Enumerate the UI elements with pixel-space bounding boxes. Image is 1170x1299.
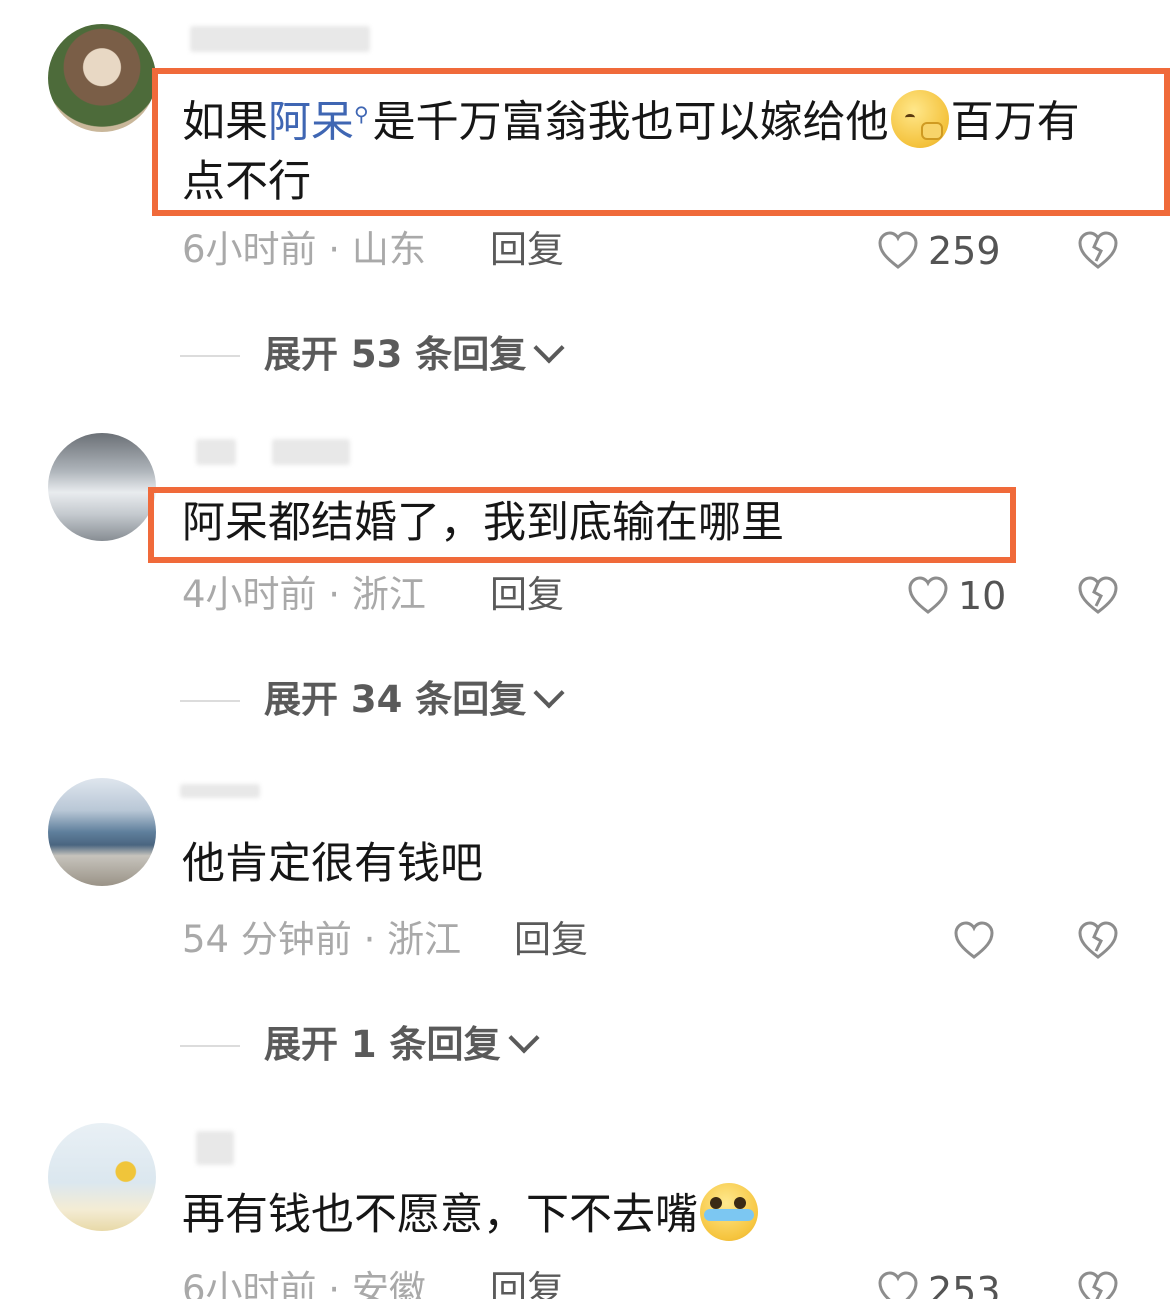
comment-feed: 如果阿呆⚲是千万富翁我也可以嫁给他 百万有点不行 6小时前 · 山东 回复 259… (0, 0, 1170, 1299)
like-heart-icon[interactable] (876, 1269, 920, 1299)
highlight-box (152, 68, 1170, 216)
avatar[interactable] (48, 778, 156, 886)
like-heart-icon[interactable] (952, 919, 996, 961)
comment-item: 如果阿呆⚲是千万富翁我也可以嫁给他 百万有点不行 6小时前 · 山东 回复 259… (0, 0, 1170, 376)
reply-button[interactable]: 回复 (490, 1265, 564, 1299)
crying-face-icon (700, 1183, 758, 1241)
reply-button[interactable]: 回复 (490, 225, 564, 275)
comment-meta: 6小时前 · 安徽 (182, 1268, 426, 1299)
like-count: 10 (958, 574, 1007, 618)
comment-text: 他肯定很有钱吧 (182, 839, 483, 889)
like-heart-icon[interactable] (906, 574, 950, 616)
comment-text: 再有钱也不愿意，下不去嘴 (182, 1183, 1132, 1245)
comment-item: 他肯定很有钱吧 54 分钟前 · 浙江 回复 展开 1 条回复 (0, 690, 1170, 1066)
comment-meta: 6小时前 · 山东 (182, 228, 426, 271)
reply-button[interactable]: 回复 (490, 570, 564, 620)
comment-meta: 4小时前 · 浙江 (182, 573, 426, 616)
dislike-broken-heart-icon[interactable] (1076, 574, 1120, 616)
username-redacted[interactable] (196, 1131, 234, 1165)
username-redacted[interactable] (196, 439, 236, 465)
dislike-broken-heart-icon[interactable] (1076, 1269, 1120, 1299)
reply-button[interactable]: 回复 (514, 915, 588, 965)
username-redacted[interactable] (190, 26, 370, 52)
avatar[interactable] (48, 24, 156, 132)
avatar[interactable] (48, 433, 156, 541)
like-count: 253 (928, 1269, 1001, 1299)
like-heart-icon[interactable] (876, 229, 920, 271)
comment-item: 阿呆都结婚了，我到底输在哪里 4小时前 · 浙江 回复 10 展开 34 条回复 (0, 345, 1170, 721)
dislike-broken-heart-icon[interactable] (1076, 229, 1120, 271)
like-count: 259 (928, 229, 1001, 273)
comment-meta: 54 分钟前 · 浙江 (182, 918, 462, 961)
username-redacted[interactable] (272, 439, 350, 465)
highlight-box (148, 487, 1016, 563)
dislike-broken-heart-icon[interactable] (1076, 919, 1120, 961)
avatar[interactable] (48, 1123, 156, 1231)
comment-item: 再有钱也不愿意，下不去嘴 6小时前 · 安徽 回复 253 (0, 1035, 1170, 1299)
username-redacted[interactable] (180, 784, 260, 798)
